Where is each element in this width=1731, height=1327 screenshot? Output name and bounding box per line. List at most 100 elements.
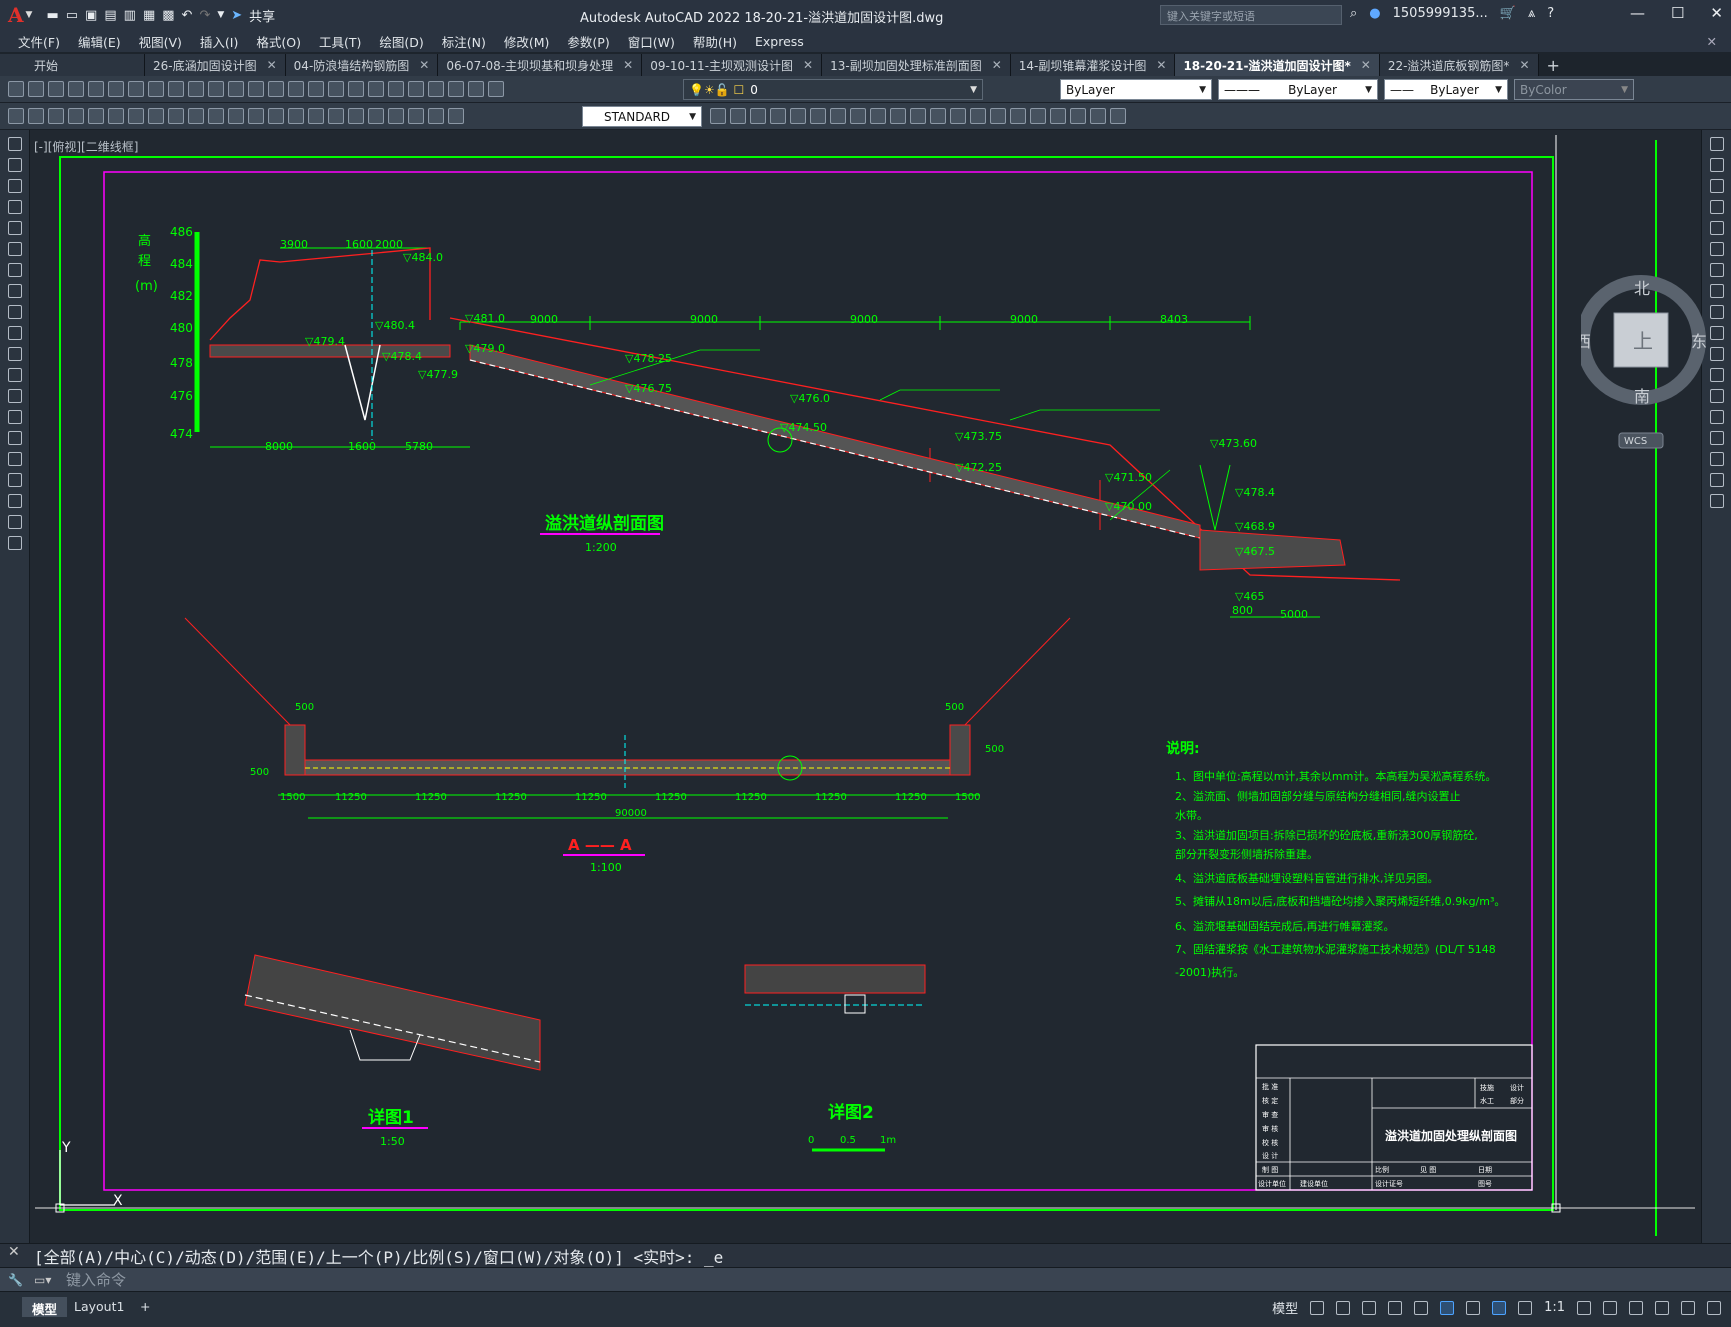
linetype-dropdown[interactable]: ——— ByLayer ▼ [1218,79,1378,100]
make-block-icon[interactable] [8,389,22,403]
close-tab-icon[interactable]: ✕ [1156,58,1166,72]
aligned-dim-icon[interactable] [88,108,104,124]
layer-dropdown[interactable]: 💡☀🔓 ☐ 0 ▼ [683,79,983,100]
redo-icon[interactable]: ↷ [199,8,210,23]
diameter-icon[interactable] [188,108,204,124]
block-editor-icon[interactable] [228,81,244,97]
redo-icon[interactable] [268,81,284,97]
menu-edit[interactable]: 编辑(E) [78,32,121,51]
ucs-origin-icon[interactable] [910,108,926,124]
cut-icon[interactable] [148,81,164,97]
menu-file[interactable]: 文件(F) [18,32,60,51]
zoom-previous-icon[interactable] [348,81,364,97]
tab-doc[interactable]: 06-07-08-主坝坝基和坝身处理 ✕ [438,54,643,76]
customization-menu-icon[interactable] [1707,1300,1721,1315]
plot-icon[interactable]: ▩ [162,8,174,23]
plus-icon[interactable] [1603,1300,1617,1315]
viewcube-west[interactable]: 西 [1575,332,1591,351]
cart-icon[interactable]: 🛒 [1500,6,1516,21]
fullscreen-icon[interactable] [1681,1300,1695,1315]
zoom-realtime-icon[interactable] [308,81,324,97]
cylinder-icon[interactable] [750,108,766,124]
rectangle-icon[interactable] [8,221,22,235]
region-icon[interactable] [8,473,22,487]
clip-viewport-icon[interactable] [1110,108,1126,124]
erase-icon[interactable] [1710,137,1724,151]
sheet-set-icon[interactable] [428,81,444,97]
jogged-icon[interactable] [168,108,184,124]
close-window-button[interactable]: ✕ [1710,4,1723,22]
close-tab-icon[interactable]: ✕ [803,58,813,72]
search-icon[interactable]: ⌕ [1350,6,1357,21]
customize-wrench-icon[interactable]: 🔧 [8,1273,23,1287]
quick-properties-icon[interactable] [1655,1300,1669,1315]
tab-model[interactable]: 模型 [22,1297,68,1317]
ucs-previous-icon[interactable] [830,108,846,124]
copy-object-icon[interactable] [1710,158,1724,172]
explode-icon[interactable] [1710,494,1724,508]
new-tab-button[interactable]: + [1539,54,1568,76]
dimstyle-dropdown[interactable]: STANDARD ▼ [582,106,702,127]
calculator-icon[interactable] [468,81,484,97]
open-file-icon[interactable]: ▭ [66,8,78,23]
snap-icon[interactable] [1336,1300,1351,1315]
ucs-3point-icon[interactable] [950,108,966,124]
close-tab-icon[interactable]: ✕ [992,58,1002,72]
insert-block-icon[interactable] [8,368,22,382]
linear-dim-icon[interactable] [68,108,84,124]
center-mark-icon[interactable] [348,108,364,124]
model-space-button[interactable]: 模型 [1272,1298,1298,1317]
save-icon[interactable]: ▣ [85,8,97,23]
menu-modify[interactable]: 修改(M) [504,32,550,51]
menu-draw[interactable]: 绘图(D) [379,32,423,51]
lineweight-dropdown[interactable]: —— ByLayer ▼ [1384,79,1508,100]
menu-insert[interactable]: 插入(I) [200,32,238,51]
spline-icon[interactable] [8,305,22,319]
save-icon[interactable] [48,81,64,97]
autocad-logo-button[interactable]: A [8,3,24,27]
menu-close-icon[interactable]: ✕ [1707,34,1717,49]
layer-match-icon[interactable] [28,108,44,124]
publish-icon[interactable] [108,81,124,97]
inspect-icon[interactable] [368,108,384,124]
match-properties-icon[interactable] [208,81,224,97]
cone-icon[interactable] [770,108,786,124]
user-name[interactable]: 1505999135... [1393,6,1488,21]
revcloud-icon[interactable] [8,284,22,298]
viewcube-north[interactable]: 北 [1634,279,1650,298]
help-icon[interactable] [488,81,504,97]
array-icon[interactable] [1710,221,1724,235]
jog-line-icon[interactable] [388,108,404,124]
save-as-icon[interactable]: ▤ [104,8,116,23]
autoscale-icon[interactable] [1518,1300,1533,1315]
undo-icon[interactable] [248,81,264,97]
close-tab-icon[interactable]: ✕ [419,58,429,72]
units-icon[interactable] [1629,1300,1643,1315]
box-icon[interactable] [730,108,746,124]
menu-parametric[interactable]: 参数(P) [567,32,609,51]
break-icon[interactable] [308,108,324,124]
3d-print-icon[interactable] [128,81,144,97]
ucs-view-icon[interactable] [890,108,906,124]
share-button[interactable]: 共享 [249,6,275,25]
line-icon[interactable] [8,137,22,151]
mtext-icon[interactable] [8,515,22,529]
lineweight-icon[interactable] [1466,1300,1481,1315]
tab-doc[interactable]: 26-底涵加固设计图 ✕ [145,54,286,76]
help-icon[interactable]: ? [1547,6,1554,21]
dim-edit-icon[interactable] [408,108,424,124]
arc-icon[interactable] [8,242,22,256]
menu-window[interactable]: 窗口(W) [628,32,675,51]
dim-update-icon[interactable] [448,108,464,124]
plot-icon[interactable] [68,81,84,97]
angular-icon[interactable] [208,108,224,124]
tab-doc[interactable]: 22-溢洪道底板钢筋图* ✕ [1379,54,1539,76]
new-file-icon[interactable]: ▬ [46,8,58,23]
layer-properties-icon[interactable] [8,108,24,124]
close-tab-icon[interactable]: ✕ [623,58,633,72]
search-input[interactable]: 键入关键字或短语 [1160,5,1342,25]
gradient-icon[interactable] [8,452,22,466]
ucs-z-icon[interactable] [930,108,946,124]
tab-doc-active[interactable]: 18-20-21-溢洪道加固设计图* ✕ [1175,54,1380,76]
annotation-scale[interactable]: 1:1 [1544,1300,1565,1315]
